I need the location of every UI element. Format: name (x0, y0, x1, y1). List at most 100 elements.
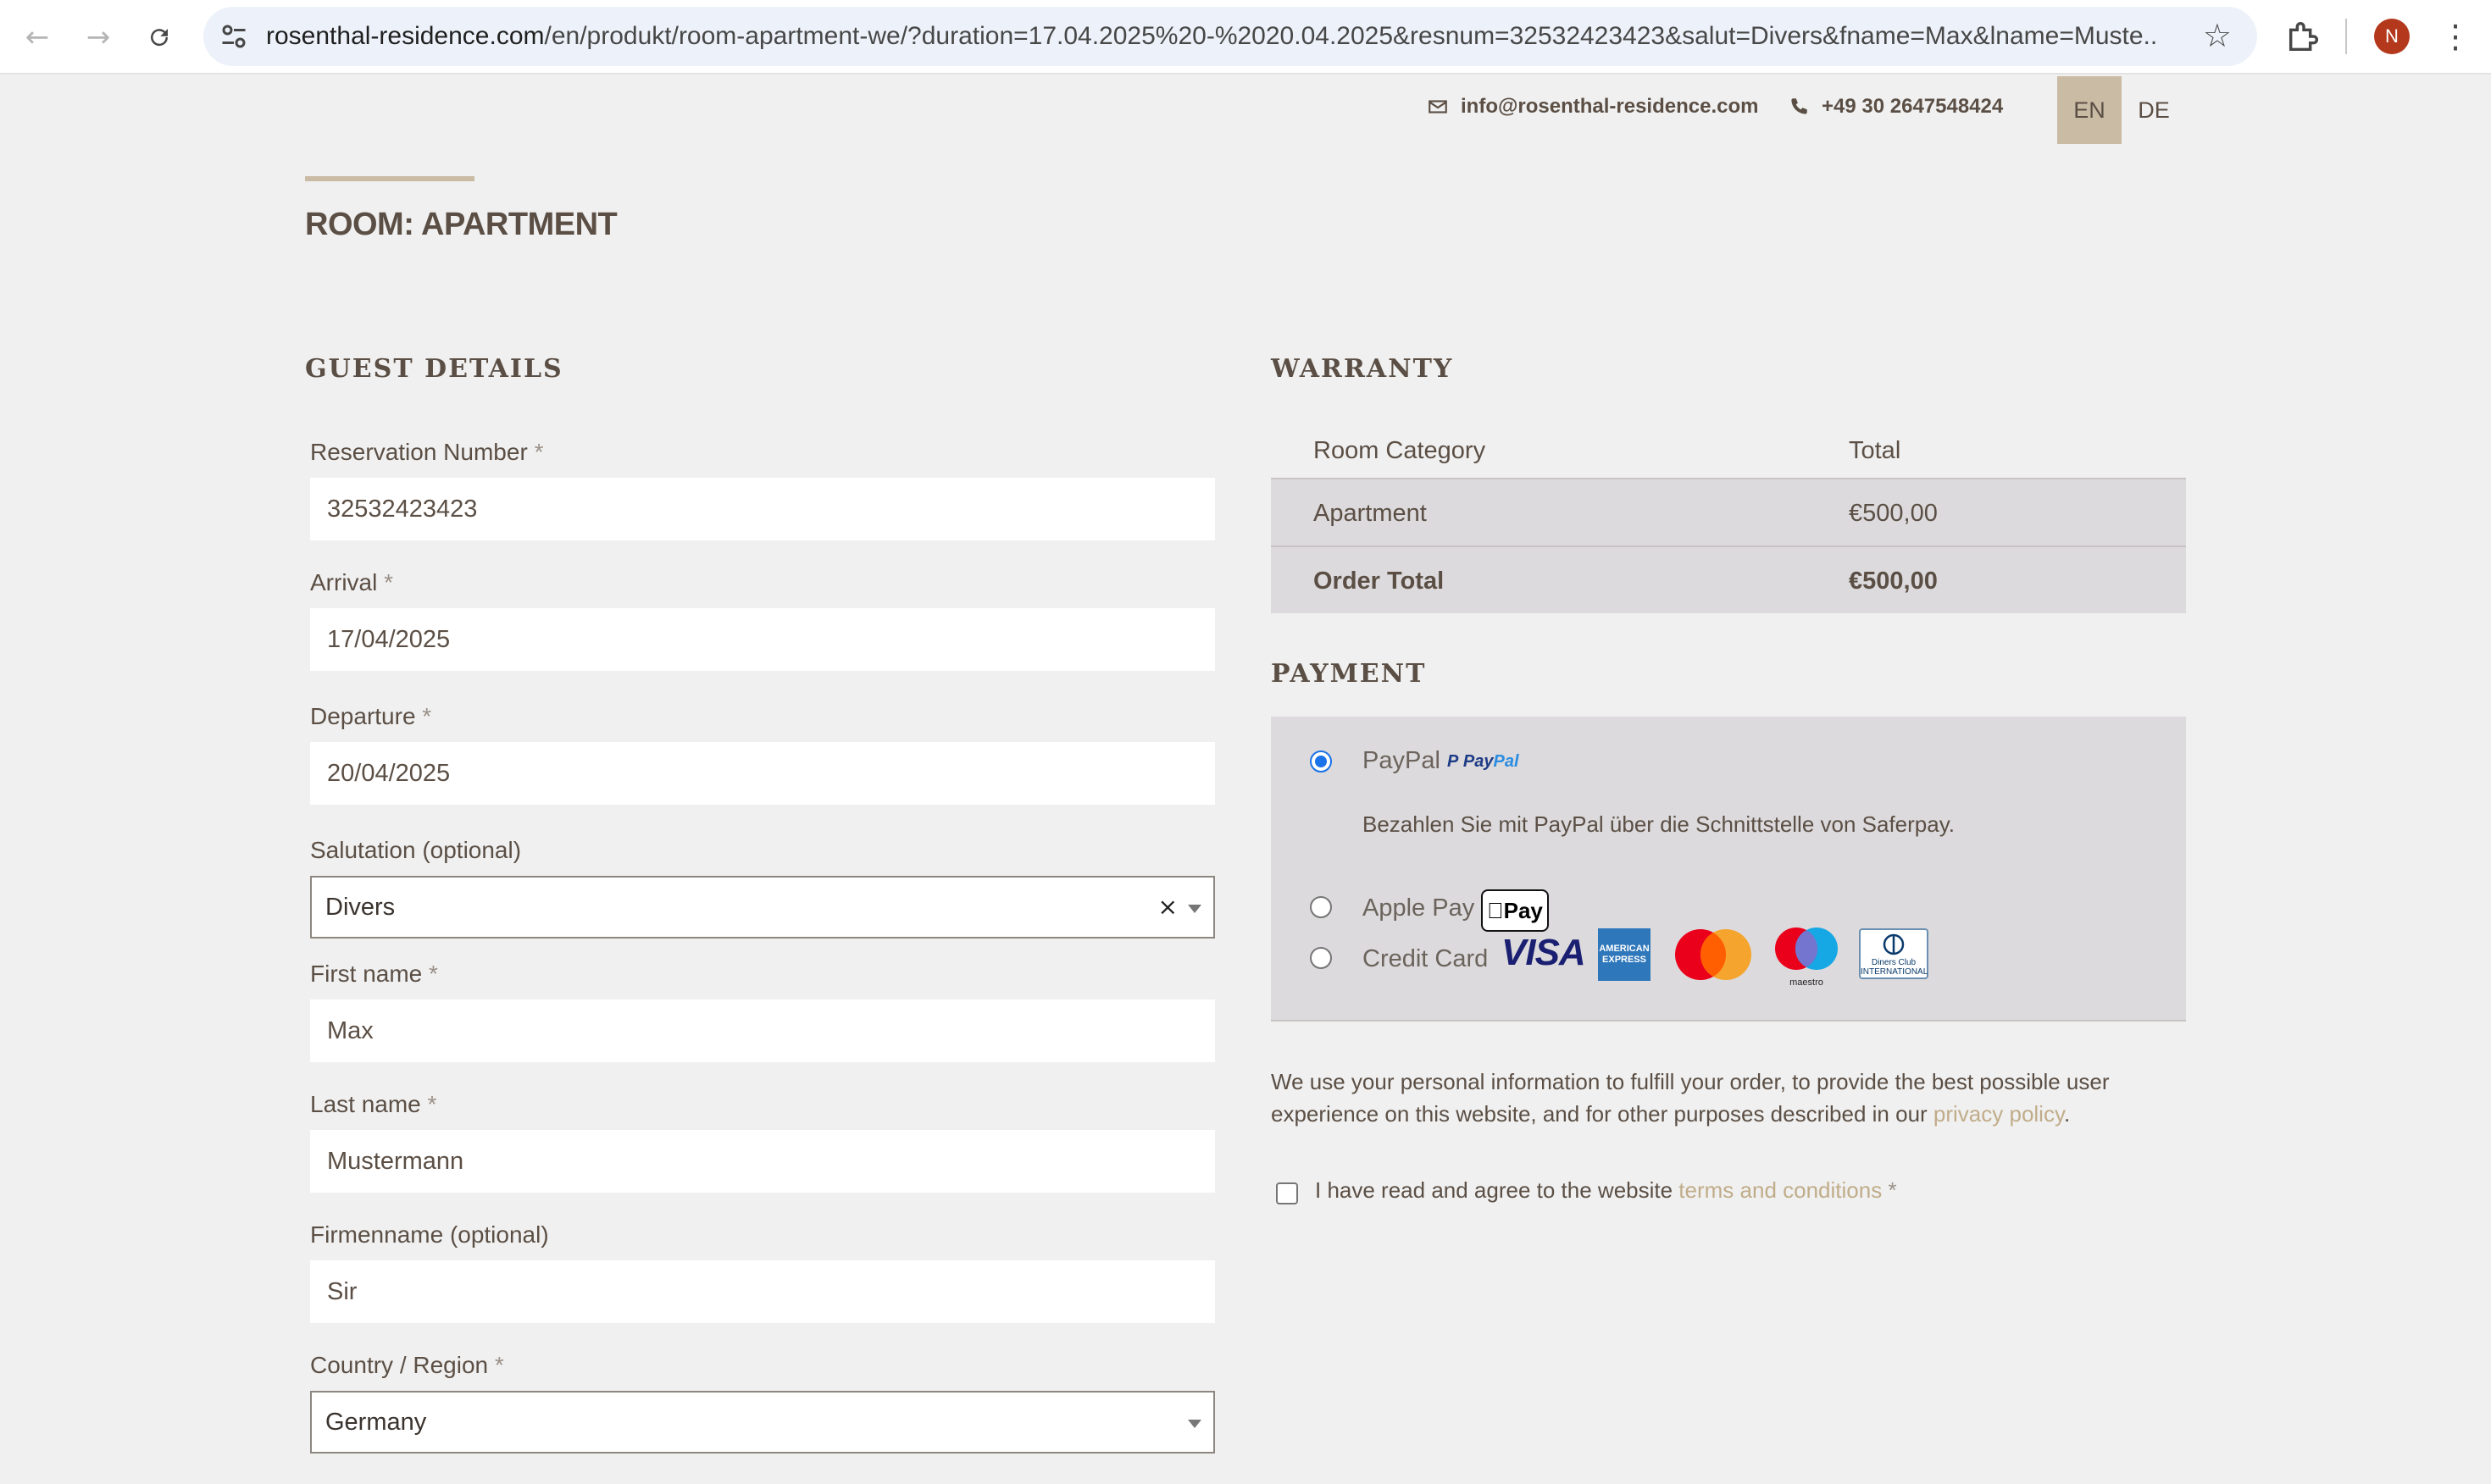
salutation-select[interactable]: Divers × (310, 876, 1215, 939)
guest-details-heading: GUEST DETAILS (305, 354, 563, 384)
contact-phone-text[interactable]: +49 30 2647548424 (1822, 95, 2003, 119)
maestro-logo: maestro (1773, 927, 1840, 988)
departure-date-input[interactable]: 20/04/2025 (310, 742, 1215, 805)
order-total-row: Order Total €500,00 (1271, 545, 2186, 613)
contact-email[interactable]: info@rosenthal-residence.com (1427, 95, 1758, 119)
lang-en[interactable]: EN (2057, 76, 2122, 144)
browser-menu-icon[interactable]: ⋮ (2438, 15, 2472, 58)
site-settings-icon[interactable] (219, 21, 249, 52)
country-select[interactable]: Germany (310, 1391, 1215, 1454)
warranty-table: Room Category Total Apartment €500,00 Or… (1271, 424, 2186, 613)
company-name-input[interactable]: Sir (310, 1260, 1215, 1323)
departure-label-text: Departure (310, 703, 416, 729)
paypal-logo-text-b: Pal (1493, 752, 1519, 771)
privacy-notice-end: . (2064, 1101, 2071, 1127)
apple-pay-logo: Pay (1481, 889, 1549, 932)
apple-pay-logo-text: Pay (1495, 898, 1543, 923)
arrival-label: Arrival * (310, 569, 393, 596)
required-mark: * (384, 569, 394, 595)
company-name-label: Firmenname (optional) (310, 1221, 549, 1248)
payment-heading: PAYMENT (1271, 659, 1427, 689)
table-header-row: Room Category Total (1271, 424, 2186, 478)
first-name-input[interactable]: Max (310, 999, 1215, 1062)
payment-methods-box: PayPal P PayPal Bezahlen Sie mit PayPal … (1271, 717, 2186, 1022)
amex-logo: AMERICAN EXPRESS (1598, 928, 1650, 981)
url-text[interactable]: rosenthal-residence.com/en/produkt/room-… (266, 7, 2155, 66)
credit-card-radio[interactable] (1310, 947, 1332, 969)
privacy-policy-link[interactable]: privacy policy (1933, 1101, 2064, 1127)
clear-selection-icon[interactable]: × (1158, 878, 1178, 937)
last-name-label: Last name * (310, 1091, 436, 1118)
bookmark-star-icon[interactable]: ☆ (2203, 17, 2232, 54)
reservation-number-label-text: Reservation Number (310, 439, 528, 465)
dropdown-arrow-icon[interactable] (1188, 1420, 1201, 1428)
warranty-heading: WARRANTY (1271, 354, 1454, 384)
paypal-logo-text-a: Pay (1462, 752, 1494, 771)
required-mark: * (534, 439, 544, 465)
maestro-logo-text: maestro (1789, 977, 1823, 988)
country-value: Germany (325, 1409, 427, 1436)
order-total-value: €500,00 (1849, 568, 1938, 595)
paypal-label[interactable]: PayPal (1362, 747, 1440, 775)
country-label: Country / Region * (310, 1352, 504, 1379)
country-label-text: Country / Region (310, 1352, 489, 1378)
terms-label-text: I have read and agree to the website (1315, 1177, 1679, 1203)
browser-toolbar: ← → rosenthal-residence.com/en/produkt/r… (0, 0, 2491, 75)
arrival-label-text: Arrival (310, 569, 378, 595)
diners-circle-icon (1883, 933, 1905, 955)
required-mark: * (1888, 1177, 1897, 1203)
column-header-room-category: Room Category (1313, 437, 1486, 464)
last-name-input[interactable]: Mustermann (310, 1130, 1215, 1193)
reload-icon[interactable] (141, 19, 178, 56)
table-row: Apartment €500,00 (1271, 478, 2186, 545)
salutation-label: Salutation (optional) (310, 837, 522, 863)
apple-pay-radio[interactable] (1310, 896, 1332, 918)
required-mark: * (422, 703, 432, 729)
lang-de[interactable]: DE (2122, 76, 2186, 144)
toolbar-separator (2345, 19, 2347, 54)
order-total-label: Order Total (1313, 568, 1445, 595)
credit-card-label[interactable]: Credit Card (1362, 945, 1488, 973)
visa-logo: VISA (1501, 932, 1586, 973)
mastercard-logo (1675, 929, 1751, 980)
dropdown-arrow-icon[interactable] (1188, 905, 1201, 913)
paypal-description: Bezahlen Sie mit PayPal über die Schnitt… (1362, 811, 1956, 837)
maestro-circles-icon (1775, 928, 1838, 970)
envelope-icon (1429, 100, 1447, 114)
apple-pay-label[interactable]: Apple Pay (1362, 894, 1474, 922)
url-path: /en/produkt/room-apartment-we/?duration=… (544, 22, 2156, 50)
departure-label: Departure * (310, 703, 431, 730)
required-mark: * (427, 1091, 437, 1117)
required-mark: * (429, 961, 438, 987)
item-total: €500,00 (1849, 500, 1938, 527)
terms-checkbox[interactable] (1276, 1182, 1298, 1204)
diners-club-logo: Diners Club INTERNATIONAL (1859, 928, 1928, 979)
terms-link[interactable]: terms and conditions (1678, 1177, 1882, 1203)
back-arrow-icon[interactable]: ← (19, 19, 56, 56)
paypal-logo: P PayPal (1447, 752, 1519, 771)
terms-label[interactable]: I have read and agree to the website ter… (1315, 1177, 1897, 1204)
title-decoration-rule (305, 176, 474, 181)
salutation-value: Divers (325, 894, 396, 921)
contact-email-text[interactable]: info@rosenthal-residence.com (1461, 95, 1758, 119)
privacy-notice: We use your personal information to fulf… (1271, 1066, 2186, 1130)
address-bar[interactable]: rosenthal-residence.com/en/produkt/room-… (203, 7, 2257, 66)
extensions-puzzle-icon[interactable] (2284, 15, 2323, 58)
required-mark: * (494, 1352, 504, 1378)
first-name-label-text: First name (310, 961, 423, 987)
forward-arrow-icon[interactable]: → (80, 19, 117, 56)
column-header-total: Total (1849, 437, 1901, 464)
paypal-radio[interactable] (1310, 750, 1332, 772)
url-host: rosenthal-residence.com (266, 22, 545, 50)
page-title: ROOM: APARTMENT (305, 207, 618, 242)
first-name-label: First name * (310, 961, 438, 988)
reservation-number-label: Reservation Number * (310, 439, 543, 466)
last-name-label-text: Last name (310, 1091, 421, 1117)
arrival-date-input[interactable]: 17/04/2025 (310, 608, 1215, 671)
profile-avatar[interactable]: N (2374, 19, 2410, 54)
phone-icon (1791, 98, 1807, 114)
contact-phone[interactable]: +49 30 2647548424 (1788, 95, 2003, 119)
diners-club-logo-text: Diners Club INTERNATIONAL (1861, 958, 1928, 977)
item-room-category: Apartment (1313, 500, 1427, 527)
reservation-number-input[interactable]: 32532423423 (310, 478, 1215, 540)
